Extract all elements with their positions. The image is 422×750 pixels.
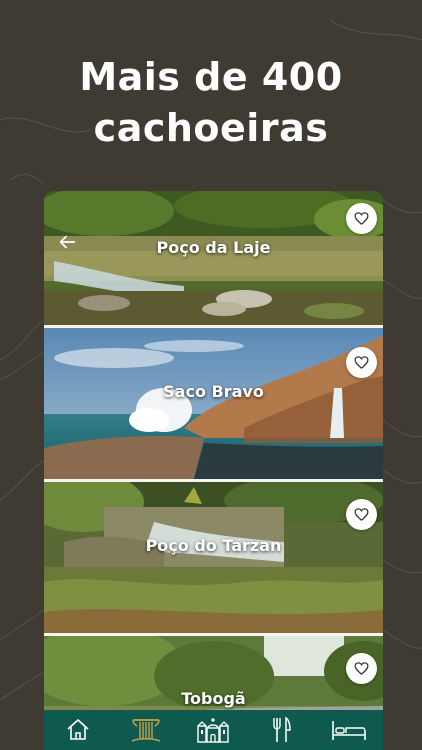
card-photo xyxy=(44,482,383,633)
waterfall-card-poco-do-tarzan[interactable]: Poço do Tarzan xyxy=(44,482,383,633)
tab-lodging[interactable] xyxy=(325,712,373,748)
bottom-tab-bar xyxy=(44,710,383,750)
favorite-button[interactable] xyxy=(346,653,377,684)
tab-home[interactable] xyxy=(54,712,102,748)
heart-outline-icon xyxy=(354,662,369,675)
tab-waterfalls[interactable] xyxy=(122,712,170,748)
card-photo xyxy=(44,191,383,325)
card-title: Poço do Tarzan xyxy=(145,536,282,555)
headline: Mais de 400 cachoeiras xyxy=(0,52,422,154)
card-title: Poço da Laje xyxy=(156,238,271,257)
headline-line-1: Mais de 400 xyxy=(79,55,343,99)
favorite-button[interactable] xyxy=(346,499,377,530)
app-screen: Poço da Laje Saco Bravo Poço do Tarzan T… xyxy=(44,191,383,750)
waterfall-icon xyxy=(131,719,161,742)
card-title: Tobogã xyxy=(181,689,246,708)
heart-outline-icon xyxy=(354,508,369,521)
favorite-button[interactable] xyxy=(346,203,377,234)
bed-icon xyxy=(332,721,366,740)
church-icon xyxy=(197,718,230,743)
favorite-button[interactable] xyxy=(346,347,377,378)
heart-outline-icon xyxy=(354,356,369,369)
waterfall-card-poco-da-laje[interactable]: Poço da Laje xyxy=(44,191,383,325)
fork-knife-icon xyxy=(273,716,292,742)
waterfall-card-saco-bravo[interactable]: Saco Bravo xyxy=(44,328,383,479)
card-photo xyxy=(44,328,383,479)
heart-outline-icon xyxy=(354,212,369,225)
tab-churches[interactable] xyxy=(189,712,237,748)
home-icon xyxy=(67,719,89,740)
headline-line-2: cachoeiras xyxy=(93,106,329,150)
card-title: Saco Bravo xyxy=(163,382,264,401)
tab-restaurants[interactable] xyxy=(257,712,305,748)
